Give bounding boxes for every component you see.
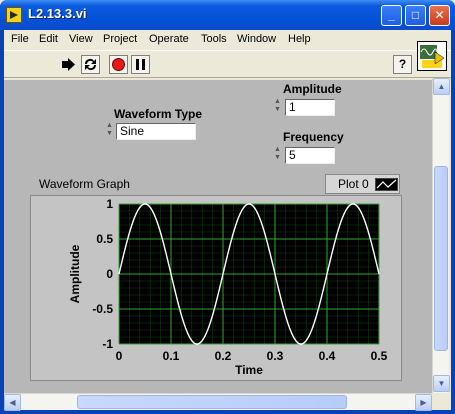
- waveform-graph: 0 0.1 0.2 0.3 0.4 0.5 1 0.5 0 -0.5 -1 Time Amplitude: [30, 195, 402, 381]
- vi-icon-svg: [419, 43, 445, 69]
- legend-line-svg: [376, 179, 397, 189]
- menu-window[interactable]: Window: [237, 33, 276, 45]
- vi-icon-panel: [417, 41, 447, 71]
- menu-help[interactable]: Help: [288, 33, 311, 45]
- x-tick-label: 0: [116, 349, 123, 363]
- menu-file[interactable]: File: [11, 33, 29, 45]
- toolbar: ?: [4, 41, 451, 78]
- scroll-right-icon[interactable]: ▶: [415, 394, 432, 411]
- x-tick-label: 0.5: [371, 349, 388, 363]
- frequency-stepper-icon[interactable]: ▲ ▼: [273, 146, 282, 164]
- run-continuously-icon[interactable]: [81, 55, 100, 74]
- scroll-up-icon[interactable]: ▲: [433, 78, 450, 95]
- x-tick-label: 0.3: [267, 349, 284, 363]
- scroll-down-icon[interactable]: ▼: [433, 375, 450, 392]
- run-arrow-svg: [62, 58, 75, 71]
- menu-project[interactable]: Project: [103, 33, 137, 45]
- menu-operate[interactable]: Operate: [149, 33, 189, 45]
- pause-svg: [136, 59, 145, 70]
- labview-window: L2.13.3.vi _ □ ✕ File Edit View Project …: [0, 0, 455, 414]
- x-axis-label: Time: [235, 363, 263, 377]
- legend-line-icon: [375, 178, 398, 191]
- y-tick-label: 1: [106, 197, 113, 211]
- abort-stop-icon[interactable]: [109, 55, 128, 74]
- amplitude-field[interactable]: 1: [285, 99, 335, 116]
- x-tick-label: 0.2: [215, 349, 232, 363]
- scroll-left-icon[interactable]: ◀: [4, 394, 21, 411]
- maximize-button[interactable]: □: [405, 5, 426, 26]
- horizontal-scrollbar[interactable]: ◀ ▶: [4, 393, 432, 411]
- waveform-graph-label: Waveform Graph: [39, 177, 130, 191]
- waveform-type-field[interactable]: Sine: [116, 123, 196, 140]
- menu-view[interactable]: View: [69, 33, 93, 45]
- y-tick-label: 0: [106, 267, 113, 281]
- menu-bar: File Edit View Project Operate Tools Win…: [4, 30, 451, 50]
- horizontal-scroll-thumb[interactable]: [77, 395, 347, 409]
- abort-stop-svg: [112, 58, 125, 71]
- minimize-button[interactable]: _: [381, 5, 402, 26]
- labview-vi-icon: [6, 7, 22, 23]
- y-axis-label: Amplitude: [68, 244, 82, 303]
- vertical-scroll-thumb[interactable]: [434, 166, 448, 351]
- waveform-graph-svg: 0 0.1 0.2 0.3 0.4 0.5 1 0.5 0 -0.5 -1 Time Amplitude: [68, 197, 388, 377]
- window-title: L2.13.3.vi: [28, 6, 87, 21]
- vertical-scrollbar[interactable]: ▲ ▼: [432, 78, 450, 393]
- amplitude-stepper-icon[interactable]: ▲ ▼: [273, 98, 282, 116]
- frequency-field[interactable]: 5: [285, 147, 335, 164]
- x-tick-label: 0.1: [163, 349, 180, 363]
- x-tick-label: 0.4: [319, 349, 336, 363]
- menu-edit[interactable]: Edit: [39, 33, 58, 45]
- run-arrow-icon[interactable]: [59, 55, 78, 74]
- frequency-label: Frequency: [283, 130, 344, 144]
- legend-plot-name: Plot 0: [338, 177, 369, 191]
- close-button[interactable]: ✕: [429, 5, 450, 26]
- context-help-button[interactable]: ?: [393, 55, 412, 74]
- amplitude-label: Amplitude: [283, 82, 342, 96]
- plot-legend[interactable]: Plot 0: [325, 174, 400, 194]
- y-tick-label: 0.5: [96, 232, 113, 246]
- scrollbar-corner: [432, 393, 449, 410]
- y-tick-label: -0.5: [92, 302, 113, 316]
- waveform-type-stepper-icon[interactable]: ▲ ▼: [105, 122, 114, 140]
- pause-icon[interactable]: [131, 55, 150, 74]
- y-tick-label: -1: [102, 337, 113, 351]
- waveform-type-label: Waveform Type: [114, 107, 203, 121]
- menu-tools[interactable]: Tools: [201, 33, 227, 45]
- title-bar[interactable]: L2.13.3.vi _ □ ✕: [0, 0, 455, 30]
- run-continuously-svg: [85, 59, 96, 70]
